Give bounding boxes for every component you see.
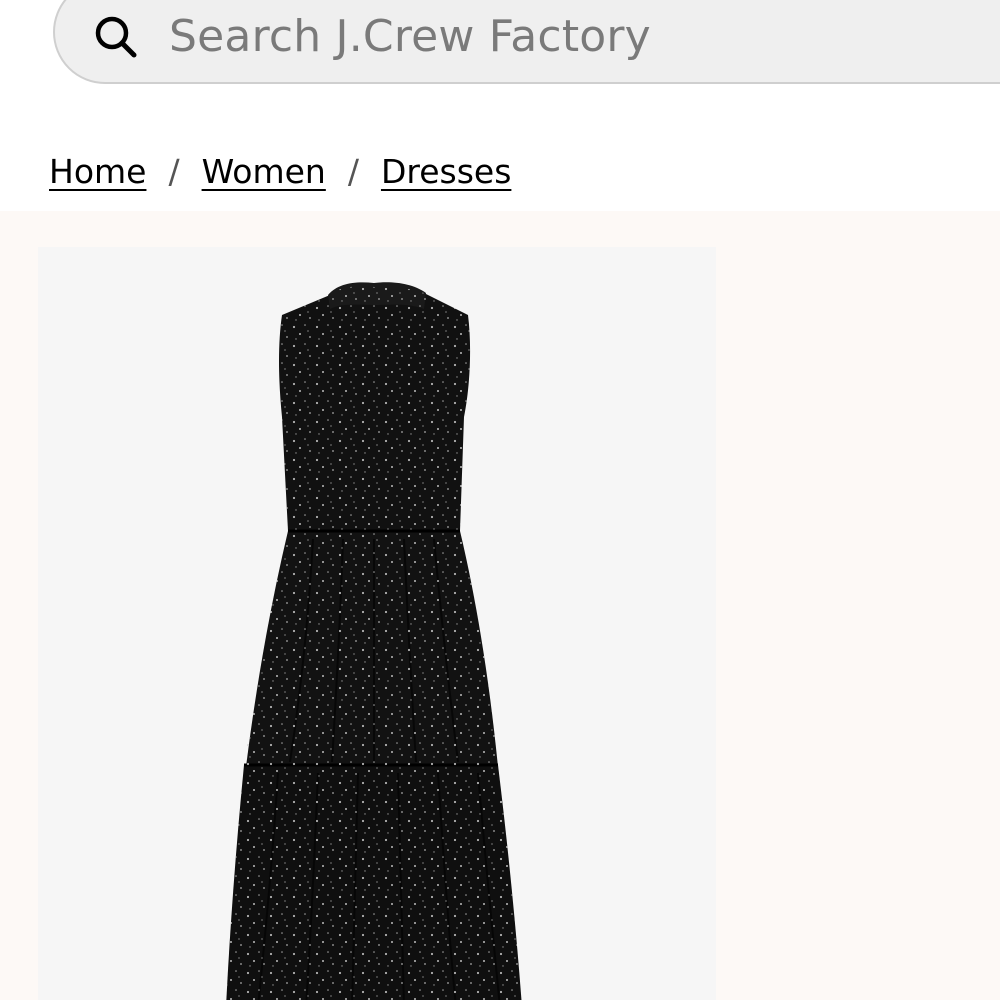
- search-icon[interactable]: [93, 14, 139, 60]
- product-image[interactable]: [38, 247, 716, 1000]
- breadcrumb-dresses-link[interactable]: Dresses: [381, 152, 511, 191]
- breadcrumb-separator: /: [168, 151, 180, 191]
- product-section: [0, 211, 1000, 1000]
- breadcrumb-home-link[interactable]: Home: [49, 152, 146, 191]
- search-bar[interactable]: [53, 0, 1000, 84]
- breadcrumb-separator: /: [347, 151, 359, 191]
- search-input[interactable]: [169, 0, 969, 72]
- product-page: Home / Women / Dresses: [0, 0, 1000, 1000]
- dress-image: [226, 282, 522, 1000]
- breadcrumb: Home / Women / Dresses: [49, 146, 511, 196]
- breadcrumb-women-link[interactable]: Women: [202, 152, 326, 191]
